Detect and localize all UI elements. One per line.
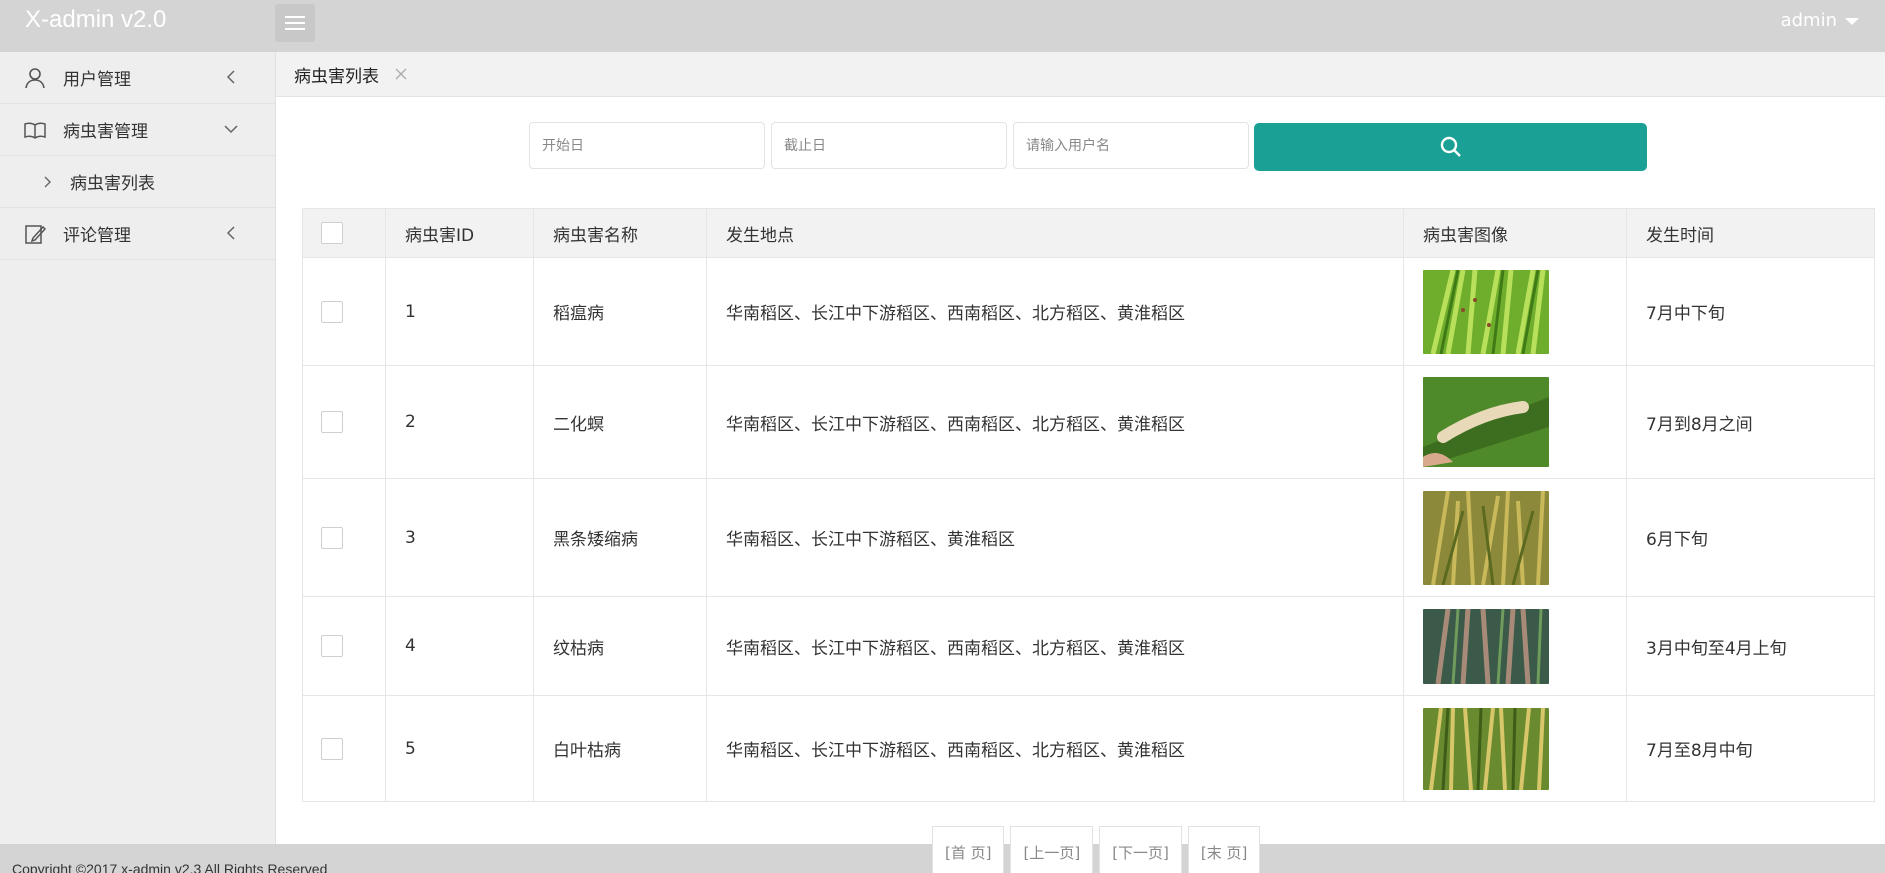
cell-location: 华南稻区、长江中下游稻区、西南稻区、北方稻区、黄淮稻区 bbox=[706, 257, 1404, 366]
pagination: [首 页] [上一页] [下一页] [末 页] bbox=[932, 826, 1261, 873]
cell-name: 黑条矮缩病 bbox=[533, 478, 707, 597]
row-checkbox[interactable] bbox=[321, 737, 343, 760]
pest-table-container: 病虫害ID 病虫害名称 发生地点 病虫害图像 发生时间 1 稻瘟病 华南稻区、长… bbox=[302, 208, 1875, 802]
cell-location: 华南稻区、长江中下游稻区、西南稻区、北方稻区、黄淮稻区 bbox=[706, 596, 1404, 696]
end-date-input[interactable] bbox=[771, 122, 1007, 169]
cell-id: 5 bbox=[385, 695, 534, 802]
first-page-button[interactable]: [首 页] bbox=[932, 826, 1005, 873]
sidebar-item-pest-management[interactable]: 病虫害管理 bbox=[0, 104, 275, 156]
cell-image bbox=[1403, 596, 1627, 696]
rice-blast-photo[interactable] bbox=[1423, 269, 1549, 354]
sidebar-subitem-label: 病虫害列表 bbox=[70, 174, 155, 194]
column-header-name: 病虫害名称 bbox=[533, 208, 707, 258]
tab-bar: 病虫害列表 bbox=[276, 52, 1885, 97]
leaf-blight-photo[interactable] bbox=[1423, 707, 1549, 790]
table-row: 1 稻瘟病 华南稻区、长江中下游稻区、西南稻区、北方稻区、黄淮稻区 7月中下旬 bbox=[302, 257, 1875, 366]
sheath-blight-photo[interactable] bbox=[1423, 608, 1549, 684]
cell-name: 纹枯病 bbox=[533, 596, 707, 696]
pest-table: 病虫害ID 病虫害名称 发生地点 病虫害图像 发生时间 1 稻瘟病 华南稻区、长… bbox=[302, 208, 1875, 802]
row-checkbox[interactable] bbox=[321, 526, 343, 549]
row-checkbox[interactable] bbox=[321, 635, 343, 657]
tab-pest-list[interactable]: 病虫害列表 bbox=[294, 52, 407, 97]
cell-location: 华南稻区、长江中下游稻区、黄淮稻区 bbox=[706, 478, 1404, 597]
cell-time: 7月中下旬 bbox=[1626, 257, 1875, 366]
sidebar-item-label: 病虫害管理 bbox=[63, 122, 148, 142]
cell-location: 华南稻区、长江中下游稻区、西南稻区、北方稻区、黄淮稻区 bbox=[706, 365, 1404, 479]
tab-label: 病虫害列表 bbox=[294, 67, 379, 87]
table-row: 2 二化螟 华南稻区、长江中下游稻区、西南稻区、北方稻区、黄淮稻区 7月到8月之… bbox=[302, 365, 1875, 479]
book-icon bbox=[24, 119, 46, 141]
cell-image bbox=[1403, 695, 1627, 802]
row-checkbox-cell bbox=[302, 695, 386, 802]
caret-down-icon bbox=[1845, 18, 1859, 25]
cell-id: 2 bbox=[385, 365, 534, 479]
cell-id: 4 bbox=[385, 596, 534, 696]
search-button[interactable] bbox=[1254, 123, 1647, 171]
row-checkbox[interactable] bbox=[321, 411, 343, 433]
table-row: 5 白叶枯病 华南稻区、长江中下游稻区、西南稻区、北方稻区、黄淮稻区 7月至8月… bbox=[302, 695, 1875, 802]
last-page-button[interactable]: [末 页] bbox=[1187, 826, 1261, 873]
menu-toggle-button[interactable] bbox=[275, 4, 315, 42]
copyright-text: Copyright ©2017 x-admin v2.3 All Rights … bbox=[12, 861, 328, 873]
cell-image bbox=[1403, 257, 1627, 366]
user-icon bbox=[24, 67, 46, 89]
dwarf-disease-photo[interactable] bbox=[1423, 490, 1549, 585]
cell-time: 3月中旬至4月上旬 bbox=[1626, 596, 1875, 696]
sidebar-item-user-management[interactable]: 用户管理 bbox=[0, 52, 275, 104]
sidebar: 用户管理 病虫害管理 病虫害列表 评论管理 bbox=[0, 52, 276, 844]
chevron-right-icon bbox=[40, 175, 54, 189]
sidebar-subitem-pest-list[interactable]: 病虫害列表 bbox=[0, 156, 275, 208]
sidebar-item-label: 评论管理 bbox=[63, 226, 131, 246]
header-checkbox-cell bbox=[302, 208, 386, 258]
row-checkbox-cell bbox=[302, 596, 386, 696]
row-checkbox-cell bbox=[302, 478, 386, 597]
edit-icon bbox=[24, 223, 46, 245]
table-row: 3 黑条矮缩病 华南稻区、长江中下游稻区、黄淮稻区 6月下旬 bbox=[302, 478, 1875, 597]
column-header-time: 发生时间 bbox=[1626, 208, 1875, 258]
search-icon bbox=[1440, 136, 1461, 157]
prev-page-button[interactable]: [上一页] bbox=[1010, 826, 1094, 873]
sidebar-item-label: 用户管理 bbox=[63, 70, 131, 90]
close-icon[interactable] bbox=[395, 65, 407, 85]
row-checkbox[interactable] bbox=[321, 300, 343, 323]
user-menu[interactable]: admin bbox=[1781, 10, 1859, 31]
start-date-input[interactable] bbox=[529, 122, 765, 169]
column-header-image: 病虫害图像 bbox=[1403, 208, 1627, 258]
cell-time: 6月下旬 bbox=[1626, 478, 1875, 597]
sidebar-item-comment-management[interactable]: 评论管理 bbox=[0, 208, 275, 260]
top-header: X-admin v2.0 admin bbox=[0, 0, 1885, 52]
cell-id: 1 bbox=[385, 257, 534, 366]
table-header-row: 病虫害ID 病虫害名称 发生地点 病虫害图像 发生时间 bbox=[302, 208, 1875, 258]
chevron-down-icon bbox=[222, 120, 240, 138]
user-name: admin bbox=[1780, 10, 1837, 31]
cell-location: 华南稻区、长江中下游稻区、西南稻区、北方稻区、黄淮稻区 bbox=[706, 695, 1404, 802]
column-header-id: 病虫害ID bbox=[385, 208, 534, 258]
cell-time: 7月到8月之间 bbox=[1626, 365, 1875, 479]
cell-name: 白叶枯病 bbox=[533, 695, 707, 802]
cell-image bbox=[1403, 478, 1627, 597]
chevron-left-icon bbox=[222, 224, 240, 242]
stem-borer-photo[interactable] bbox=[1423, 377, 1549, 467]
column-header-location: 发生地点 bbox=[706, 208, 1404, 258]
cell-name: 二化螟 bbox=[533, 365, 707, 479]
cell-id: 3 bbox=[385, 478, 534, 597]
row-checkbox-cell bbox=[302, 257, 386, 366]
chevron-left-icon bbox=[222, 68, 240, 86]
next-page-button[interactable]: [下一页] bbox=[1099, 826, 1182, 873]
table-row: 4 纹枯病 华南稻区、长江中下游稻区、西南稻区、北方稻区、黄淮稻区 3月中旬至4… bbox=[302, 596, 1875, 696]
cell-time: 7月至8月中旬 bbox=[1626, 695, 1875, 802]
row-checkbox-cell bbox=[302, 365, 386, 479]
app-logo[interactable]: X-admin v2.0 bbox=[25, 6, 166, 34]
cell-image bbox=[1403, 365, 1627, 479]
select-all-checkbox[interactable] bbox=[321, 222, 343, 244]
cell-name: 稻瘟病 bbox=[533, 257, 707, 366]
hamburger-icon bbox=[285, 16, 305, 30]
username-input[interactable] bbox=[1013, 122, 1249, 169]
